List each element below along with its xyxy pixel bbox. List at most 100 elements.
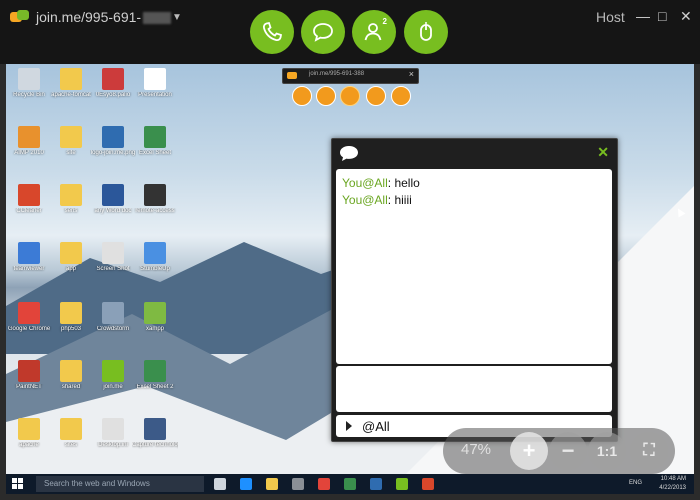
desktop-icon[interactable]: sens [48, 184, 94, 215]
desktop-icon-image [102, 302, 124, 324]
chat-message: You@All: hello [342, 176, 420, 190]
zoom-controls: 47% + − 1:1 ⛶ [443, 428, 675, 474]
actual-size-button[interactable]: 1:1 [588, 432, 626, 470]
chat-message-list: You@All: hello You@All: hiiii [336, 169, 612, 364]
desktop-icon-label: shared [61, 384, 81, 390]
taskbar-app-icon [344, 478, 356, 490]
desktop-icon-label: logo-join.me.png [90, 150, 136, 156]
desktop-icon[interactable]: apache-tomcat [48, 68, 94, 99]
phone-icon [262, 21, 283, 42]
desktop-icon-label: Excel Sheet 2 [136, 384, 174, 390]
session-id[interactable]: join.me/995-691- [36, 9, 172, 25]
zoom-out-button[interactable]: − [549, 432, 587, 470]
desktop-icon-image [18, 302, 40, 324]
taskbar-app-icon [422, 478, 434, 490]
desktop-icon-image [60, 68, 82, 90]
desktop-icon-image [102, 242, 124, 264]
desktop-icon[interactable]: Screen Shot [90, 242, 136, 273]
desktop-icon[interactable]: xampp [132, 302, 178, 333]
desktop-icon-label: CCleaner [16, 208, 42, 214]
call-button[interactable] [250, 10, 294, 54]
desktop-icon[interactable]: php503 [48, 302, 94, 333]
desktop-icon-label: remote-access [135, 208, 175, 214]
desktop-icon-label: apache-tomcat [51, 92, 91, 98]
maximize-button[interactable]: □ [658, 9, 666, 23]
desktop-icon-label: any Word doc [94, 208, 132, 214]
minimize-button[interactable]: — [636, 9, 650, 23]
close-icon: × [408, 69, 414, 79]
desktop-icon-label: join.me [103, 384, 123, 390]
desktop-icon-image [60, 418, 82, 440]
message-text: hiiii [394, 193, 412, 207]
taskbar-search-placeholder: Search the web and Windows [44, 479, 150, 488]
desktop-icon[interactable]: site [48, 126, 94, 157]
joinme-logo-icon [10, 10, 30, 24]
remote-phone-icon [292, 86, 312, 106]
task-view-icon [214, 478, 226, 490]
desktop-icon[interactable]: apache [6, 418, 52, 449]
chat-button[interactable] [301, 10, 345, 54]
chat-bubble-icon [340, 146, 358, 161]
participant-count-badge: 2 [382, 17, 387, 26]
desktop-icon-image [144, 302, 166, 324]
desktop-icon[interactable]: 0Esyo8.palio [90, 68, 136, 99]
remote-session-title: join.me/995-691-388 [309, 71, 365, 77]
desktop-icon-label: php503 [60, 326, 82, 332]
desktop-icon[interactable]: CCleaner [6, 184, 52, 215]
fit-to-screen-button[interactable]: ⛶ [630, 432, 668, 470]
edge-icon [240, 478, 252, 490]
desktop-icon-image [60, 302, 82, 324]
session-id-text: join.me/995-691- [36, 9, 142, 25]
chat-close-button[interactable]: ✕ [597, 144, 609, 161]
taskbar-clock: 10:48 AM 4/22/2013 [659, 475, 686, 493]
host-label: Host [596, 9, 625, 25]
desktop-icon[interactable]: Capture technologies [132, 418, 178, 449]
desktop-icon[interactable]: join.me [90, 360, 136, 391]
zoom-percent: 47% [461, 441, 492, 458]
message-sender: You@All [342, 176, 388, 190]
desktop-icon[interactable]: Google Chrome [6, 302, 52, 333]
remote-chat-icon [316, 86, 336, 106]
desktop-icon[interactable]: Excel Sheet [132, 126, 178, 157]
desktop-icon-label: Google Chrome [7, 326, 51, 332]
participants-button[interactable]: 2 [352, 10, 396, 54]
triangle-right-icon [346, 421, 352, 431]
desktop-icon[interactable]: PaintNET [6, 360, 52, 391]
desktop-icon-label: sens [64, 208, 78, 214]
desktop-icon[interactable]: Desktop.ini [90, 418, 136, 449]
desktop-icon[interactable]: sites [48, 418, 94, 449]
desktop-icon[interactable]: AIMP 2010 [6, 126, 52, 157]
desktop-icon[interactable]: remote-access [132, 184, 178, 215]
desktop-icon[interactable]: Recycle Bin [6, 68, 52, 99]
recipient-label: @All [362, 419, 390, 434]
remote-control-button[interactable] [404, 10, 448, 54]
desktop-icon[interactable]: shared [48, 360, 94, 391]
desktop-icon-label: Crowdstorm [96, 326, 130, 332]
desktop-icon-image [144, 418, 166, 440]
desktop-icon-image [102, 418, 124, 440]
desktop-icon[interactable]: app [48, 242, 94, 273]
desktop-icon[interactable]: any Word doc [90, 184, 136, 215]
desktop-icon[interactable]: logo-join.me.png [90, 126, 136, 157]
desktop-icon[interactable]: Excel Sheet 2 [132, 360, 178, 391]
desktop-icon[interactable]: Presentation [132, 68, 178, 99]
desktop-icon-label: Screen Shot [96, 266, 130, 272]
desktop-icon-image [102, 126, 124, 148]
desktop-icon-image [102, 184, 124, 206]
desktop-icon-label: apache [19, 442, 39, 448]
desktop-icon-image [18, 418, 40, 440]
clock-time: 10:48 AM [660, 476, 686, 482]
desktop-icon-image [18, 184, 40, 206]
zoom-in-button[interactable]: + [510, 432, 548, 470]
desktop-icon-image [18, 68, 40, 90]
desktop-icon[interactable]: StumbleUp [132, 242, 178, 273]
desktop-icon[interactable]: teamviewer [6, 242, 52, 273]
desktop-icon[interactable]: Crowdstorm [90, 302, 136, 333]
chevron-down-icon[interactable]: ▼ [172, 12, 182, 23]
title-bar: join.me/995-691- ▼ 2 Host — □ ✕ [0, 0, 700, 64]
chat-input[interactable] [336, 366, 612, 412]
desktop-icon-image [60, 242, 82, 264]
joinme-logo-icon [287, 72, 297, 79]
close-button[interactable]: ✕ [680, 9, 692, 23]
taskbar-app-icon [370, 478, 382, 490]
